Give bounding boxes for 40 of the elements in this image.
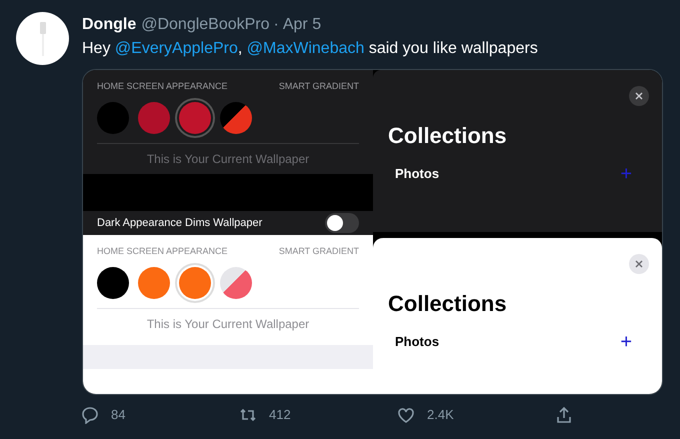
reply-icon[interactable] [81,406,99,424]
share-icon[interactable] [555,406,573,424]
tweet-text: Hey @EveryApplePro, @MaxWinebach said you like wallpapers [82,39,539,59]
heart-icon[interactable] [397,406,415,424]
reply-count: 84 [111,406,126,424]
sheet-title: Collections [388,123,507,148]
retweet-count: 412 [269,406,291,424]
wallpaper-swatch[interactable] [179,102,211,134]
mode-label: SMART GRADIENT [278,245,359,258]
mention-link[interactable]: @MaxWinebach [246,40,364,57]
wallpaper-swatch[interactable] [179,266,211,298]
separator: · [274,15,279,35]
wallpaper-caption: This is Your Current Wallpaper [146,152,310,166]
wallpaper-swatch[interactable] [220,266,252,298]
mode-label: SMART GRADIENT [278,80,359,93]
section-label: HOME SCREEN APPEARANCE [97,80,228,93]
author-handle[interactable]: @DongleBookPro [141,13,270,37]
section-label: HOME SCREEN APPEARANCE [97,245,228,258]
cable-icon [38,22,46,56]
collection-item[interactable]: Photos [395,164,440,184]
like-count: 2.4K [427,406,454,424]
wallpaper-caption: This is Your Current Wallpaper [146,316,310,330]
wallpaper-swatch[interactable] [138,102,170,134]
close-icon [635,92,643,100]
close-button[interactable] [629,254,649,274]
toggle-switch[interactable] [325,213,359,233]
attached-image[interactable] [82,69,663,395]
mention-link[interactable]: @EveryApplePro [114,40,238,57]
collection-item[interactable]: Photos [395,332,440,352]
toggle-label: Dark Appearance Dims Wallpaper [97,216,262,231]
close-icon [635,260,643,268]
wallpaper-swatch[interactable] [97,266,129,298]
wallpaper-swatch[interactable] [138,266,170,298]
sheet-title: Collections [388,291,507,316]
wallpaper-swatch[interactable] [220,102,252,134]
author-name[interactable]: Dongle [82,13,136,37]
tweet-date[interactable]: Apr 5 [282,13,322,37]
close-button[interactable] [629,86,649,106]
wallpaper-swatch[interactable] [97,102,129,134]
add-button[interactable]: + [620,332,632,352]
